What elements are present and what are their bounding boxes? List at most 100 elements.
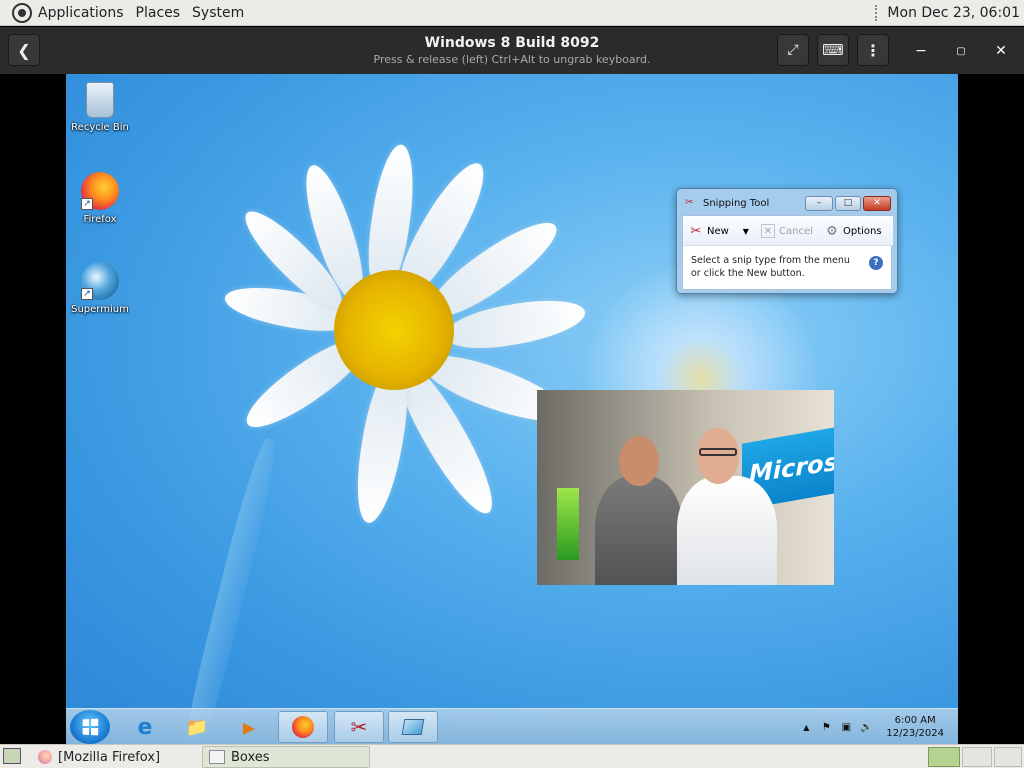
taskbar-file-explorer[interactable]: 📁 [172, 711, 222, 743]
flag-icon[interactable]: ⚑ [820, 721, 832, 733]
taskbar-item-label: [Mozilla Firefox] [58, 749, 161, 765]
scissors-icon: ✂ [685, 197, 694, 208]
video-green-panel [557, 488, 579, 560]
snipping-tool-body: ✂ New ▼ ✕ Cancel ⚙ Options Select a snip… [682, 215, 893, 290]
desktop-icon-recycle-bin[interactable]: Recycle Bin [66, 82, 134, 133]
system-tray: ▲ ⚑ ▣ 🔈 6:00 AM 12/23/2024 [800, 709, 944, 744]
workspace-3[interactable] [994, 747, 1022, 767]
desktop-icon-label: Firefox [83, 214, 117, 225]
firefox-icon: ↗ [81, 172, 119, 210]
chevron-left-icon: ❮ [17, 40, 31, 60]
menu-button[interactable]: ⋮ [857, 34, 889, 66]
video-person [677, 428, 777, 585]
vm-title: Windows 8 Build 8092 [424, 35, 600, 51]
menu-system[interactable]: System [186, 5, 250, 21]
snip-options-label: Options [843, 225, 882, 237]
taskbar-media-player[interactable]: ▶ [224, 711, 274, 743]
taskbar-item-label: Boxes [231, 749, 270, 765]
taskbar-item-boxes[interactable]: Boxes [202, 746, 370, 768]
start-button[interactable] [70, 710, 110, 744]
top-panel: Applications Places System Mon Dec 23, 0… [0, 0, 1024, 26]
fullscreen-button[interactable]: ⤢ [777, 34, 809, 66]
keyboard-button[interactable]: ⌨ [817, 34, 849, 66]
menu-applications[interactable]: Applications [32, 5, 130, 21]
snip-cancel-button[interactable]: ✕ Cancel [761, 224, 813, 238]
panel-grip-icon[interactable] [875, 5, 879, 21]
boxes-icon [209, 750, 225, 764]
flower-stem [175, 435, 283, 744]
vm-display[interactable]: Recycle Bin ↗ Firefox ↗ Supermium ✂ Snip… [66, 74, 958, 744]
window-thumbnail-icon [401, 719, 425, 735]
show-desktop-icon[interactable] [3, 748, 21, 764]
taskbar-snipping-tool[interactable]: ✂ [334, 711, 384, 743]
snip-new-button[interactable]: ✂ New ▼ [689, 224, 753, 239]
minimize-icon: − [915, 43, 927, 59]
fullscreen-icon: ⤢ [787, 42, 799, 58]
close-icon: ✕ [873, 198, 881, 208]
minimize-icon: – [816, 198, 822, 208]
chevron-up-icon[interactable]: ▲ [800, 721, 812, 733]
maximize-button[interactable]: ▢ [949, 39, 973, 63]
panel-clock[interactable]: Mon Dec 23, 06:01 [887, 5, 1020, 21]
caret-down-icon[interactable]: ▼ [739, 224, 753, 238]
main-menu: Applications Places System [0, 0, 256, 26]
workspace-1[interactable] [928, 747, 960, 767]
firefox-icon [38, 750, 52, 764]
back-button[interactable]: ❮ [8, 34, 40, 66]
keyboard-icon: ⌨ [822, 41, 844, 59]
snip-new-label: New [707, 225, 729, 237]
workspace-2[interactable] [962, 747, 992, 767]
speaker-icon[interactable]: 🔈 [860, 721, 872, 733]
taskbar-internet-explorer[interactable]: e [120, 711, 170, 743]
taskbar-clock[interactable]: 6:00 AM 12/23/2024 [886, 714, 944, 740]
snipping-tool-window[interactable]: ✂ Snipping Tool – □ ✕ ✂ New ▼ ✕ Cancel ⚙… [676, 188, 898, 294]
gear-icon: ⚙ [826, 223, 838, 239]
snip-cancel-label: Cancel [779, 225, 813, 237]
taskbar-video-window[interactable] [388, 711, 438, 743]
recycle-bin-icon [86, 82, 114, 118]
minimize-button[interactable]: − [909, 39, 933, 63]
snip-options-button[interactable]: ⚙ Options [825, 223, 882, 239]
vm-subtitle: Press & release (left) Ctrl+Alt to ungra… [373, 53, 651, 66]
daisy-center [334, 270, 454, 390]
folder-icon: 📁 [185, 716, 209, 738]
taskbar-item-firefox[interactable]: [Mozilla Firefox] [32, 746, 198, 768]
menu-places[interactable]: Places [130, 5, 187, 21]
snip-maximize-button[interactable]: □ [835, 196, 861, 211]
snip-minimize-button[interactable]: – [805, 196, 833, 211]
network-icon[interactable]: ▣ [840, 721, 852, 733]
scissors-icon: ✂ [350, 715, 368, 739]
help-icon[interactable]: ? [869, 256, 883, 270]
snip-close-button[interactable]: ✕ [863, 196, 891, 211]
desktop-icon-firefox[interactable]: ↗ Firefox [66, 172, 134, 225]
firefox-icon [292, 716, 314, 738]
taskbar-firefox[interactable] [278, 711, 328, 743]
taskbar-time: 6:00 AM [894, 715, 936, 726]
panel-clock-area: Mon Dec 23, 06:01 [875, 0, 1020, 26]
close-icon: ✕ [995, 43, 1007, 59]
boxes-headerbar: ❮ Windows 8 Build 8092 Press & release (… [0, 27, 1024, 74]
bottom-panel: [Mozilla Firefox] Boxes [0, 744, 1024, 768]
close-button[interactable]: ✕ [989, 39, 1013, 63]
media-player-icon: ▶ [242, 717, 256, 737]
restore-icon: □ [843, 198, 853, 208]
snipping-tool-message: Select a snip type from the menu or clic… [691, 255, 850, 279]
video-player[interactable]: Micros [537, 390, 834, 585]
desktop-icon-label: Supermium [71, 304, 129, 315]
cancel-icon: ✕ [761, 224, 775, 238]
shortcut-arrow-icon: ↗ [81, 198, 93, 210]
internet-explorer-icon: e [137, 714, 153, 740]
windows-logo-icon [82, 718, 99, 736]
maximize-icon: ▢ [956, 45, 966, 57]
supermium-icon: ↗ [81, 262, 119, 300]
windows-taskbar: e 📁 ▶ ✂ ▲ ⚑ ▣ 🔈 6:00 AM 12/23/2024 [66, 708, 958, 744]
taskbar-date: 12/23/2024 [886, 728, 944, 739]
gnome-foot-icon[interactable] [12, 2, 32, 23]
desktop-icon-label: Recycle Bin [71, 122, 129, 133]
shortcut-arrow-icon: ↗ [81, 288, 93, 300]
snipping-tool-toolbar: ✂ New ▼ ✕ Cancel ⚙ Options [683, 216, 893, 246]
desktop-icon-supermium[interactable]: ↗ Supermium [66, 262, 134, 315]
kebab-menu-icon: ⋮ [865, 40, 881, 60]
video-person [595, 436, 683, 585]
snipping-tool-title: Snipping Tool [703, 198, 770, 209]
